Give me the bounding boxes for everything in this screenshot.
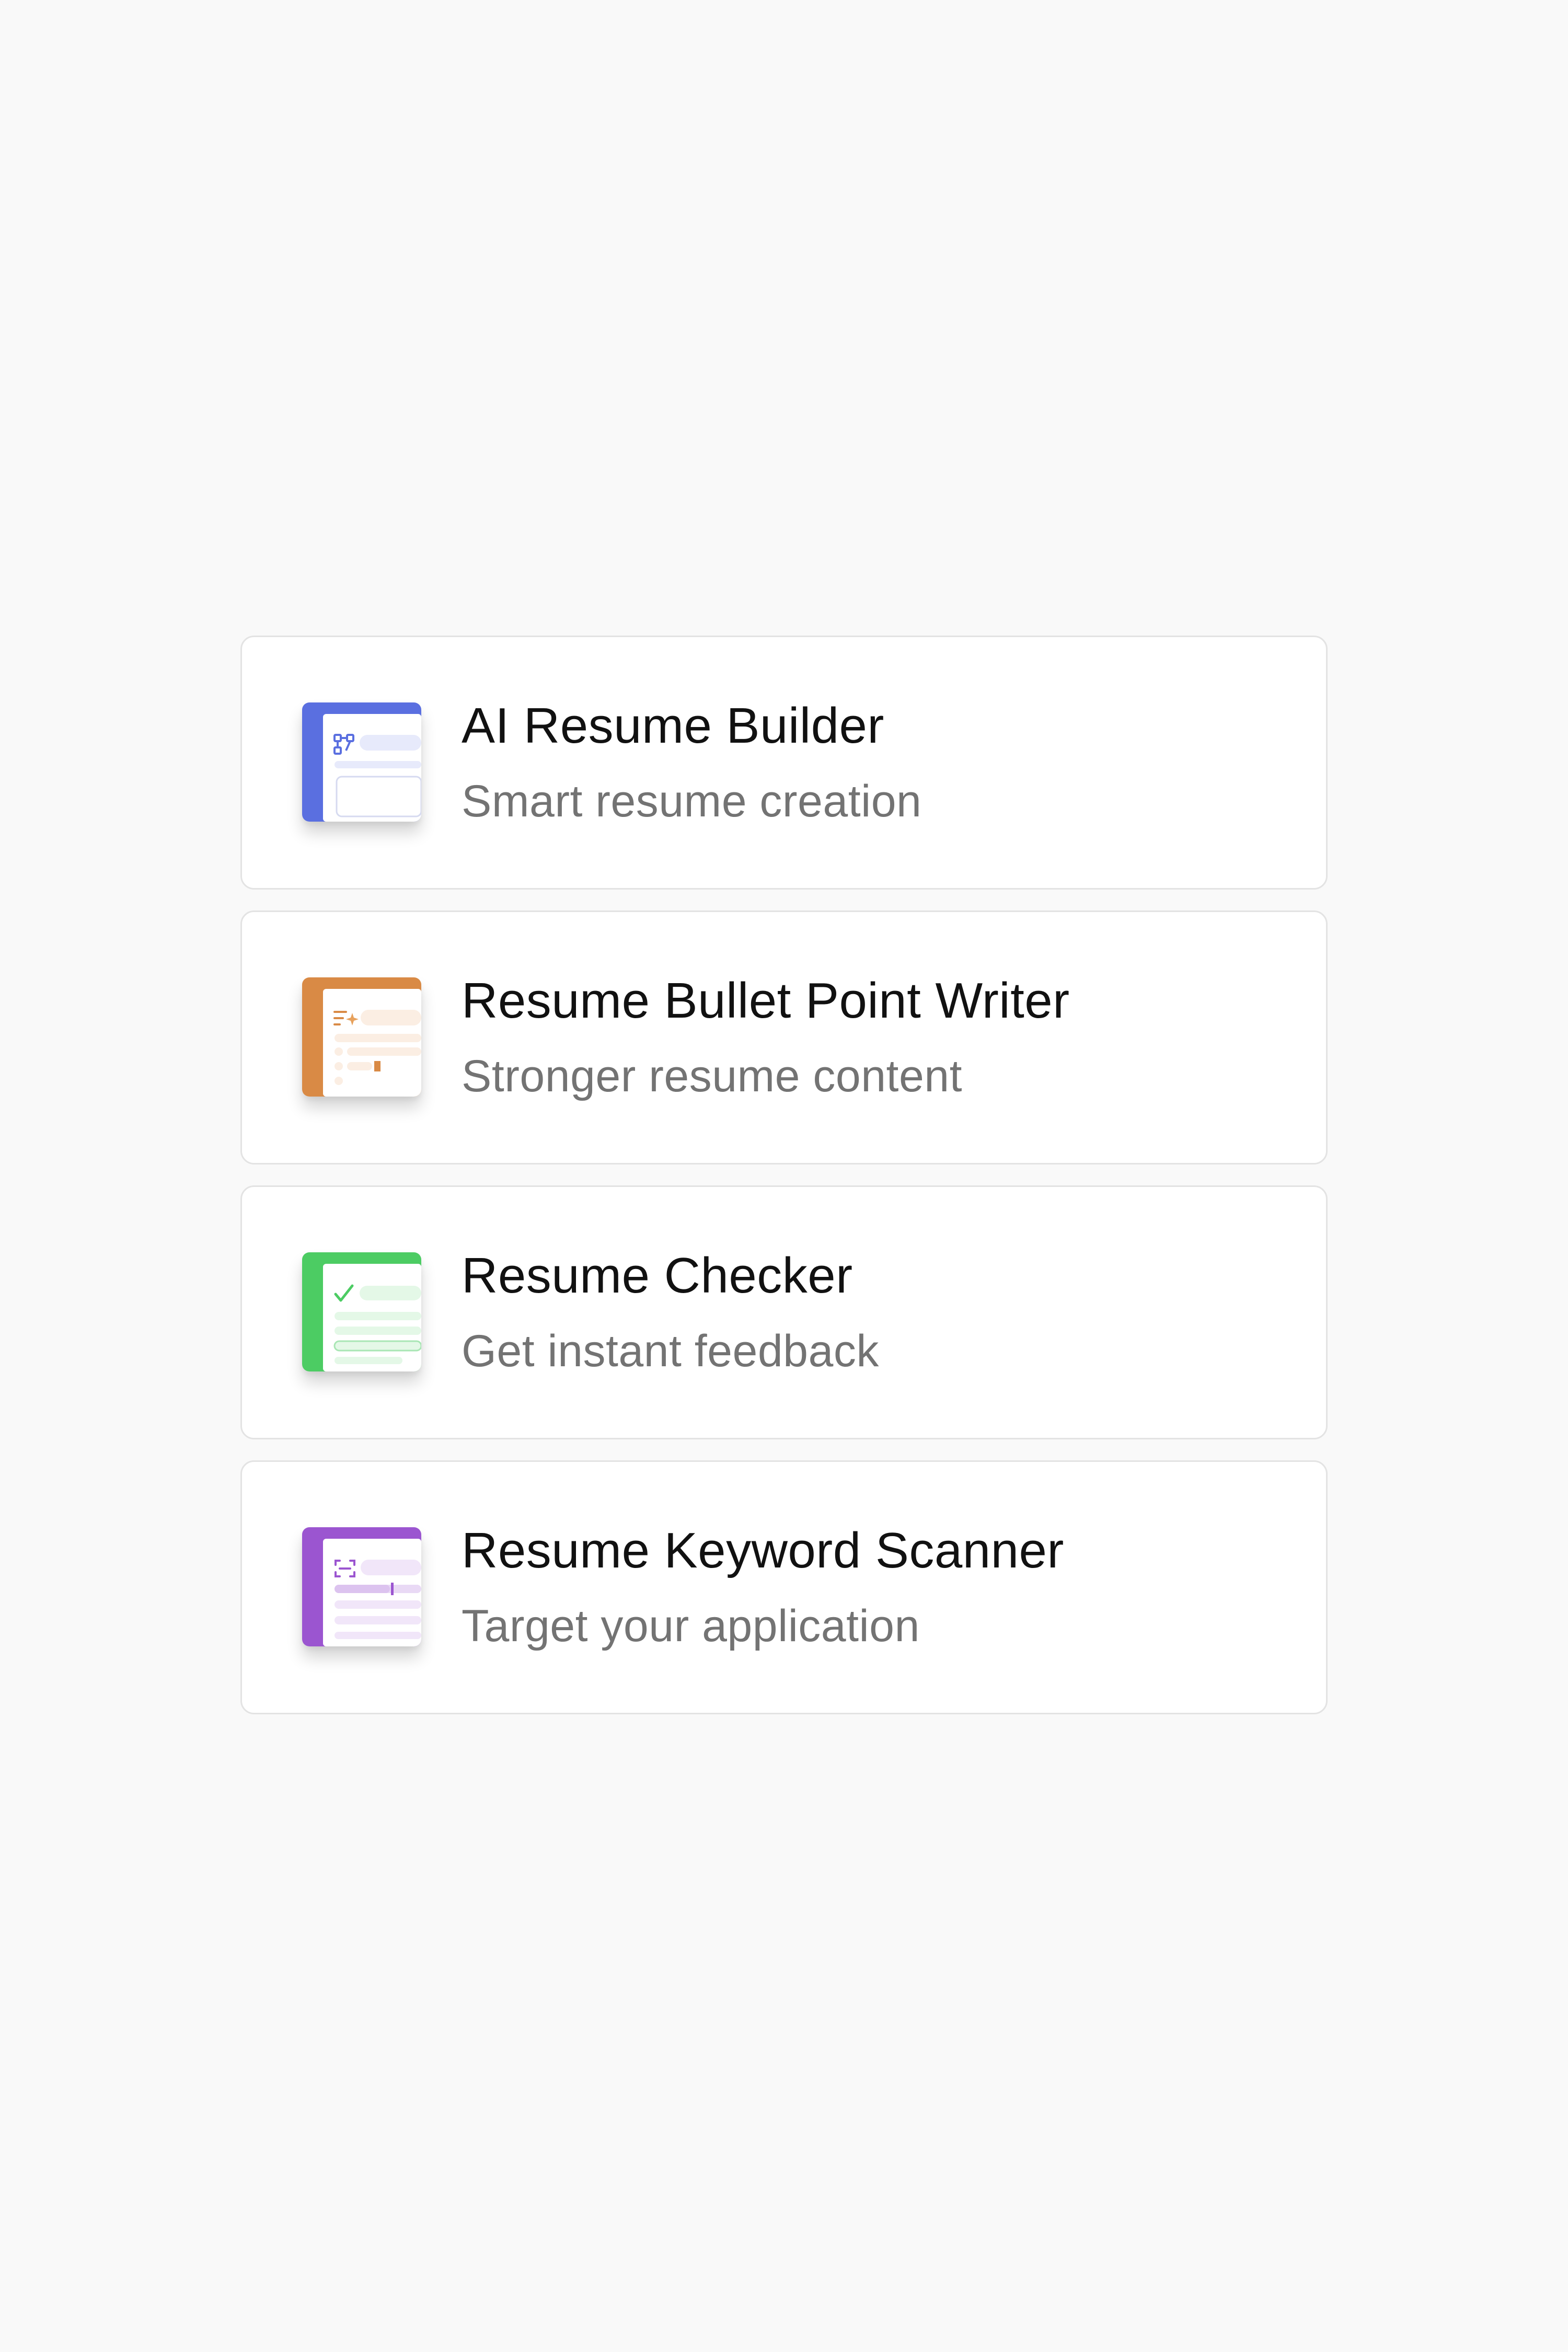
tool-title: Resume Keyword Scanner [462,1523,1064,1578]
tool-title: Resume Checker [462,1248,853,1304]
tool-subtitle: Target your application [462,1601,920,1651]
tool-card-keyword-scanner[interactable]: Resume Keyword Scanner Target your appli… [240,1460,1328,1714]
tool-subtitle: Get instant feedback [462,1326,879,1376]
resume-builder-icon [302,702,421,822]
tool-title: Resume Bullet Point Writer [462,973,1070,1029]
tool-subtitle: Smart resume creation [462,776,922,826]
tool-title: AI Resume Builder [462,698,884,754]
tool-list: AI Resume Builder Smart resume creation [240,636,1328,1714]
tool-subtitle: Stronger resume content [462,1051,963,1101]
bullet-writer-icon [302,977,421,1097]
resume-checker-icon [302,1252,421,1371]
tool-card-bullet-point-writer[interactable]: Resume Bullet Point Writer Stronger resu… [240,910,1328,1165]
tool-card-ai-resume-builder[interactable]: AI Resume Builder Smart resume creation [240,636,1328,890]
tool-card-resume-checker[interactable]: Resume Checker Get instant feedback [240,1185,1328,1439]
keyword-scanner-icon [302,1527,421,1646]
